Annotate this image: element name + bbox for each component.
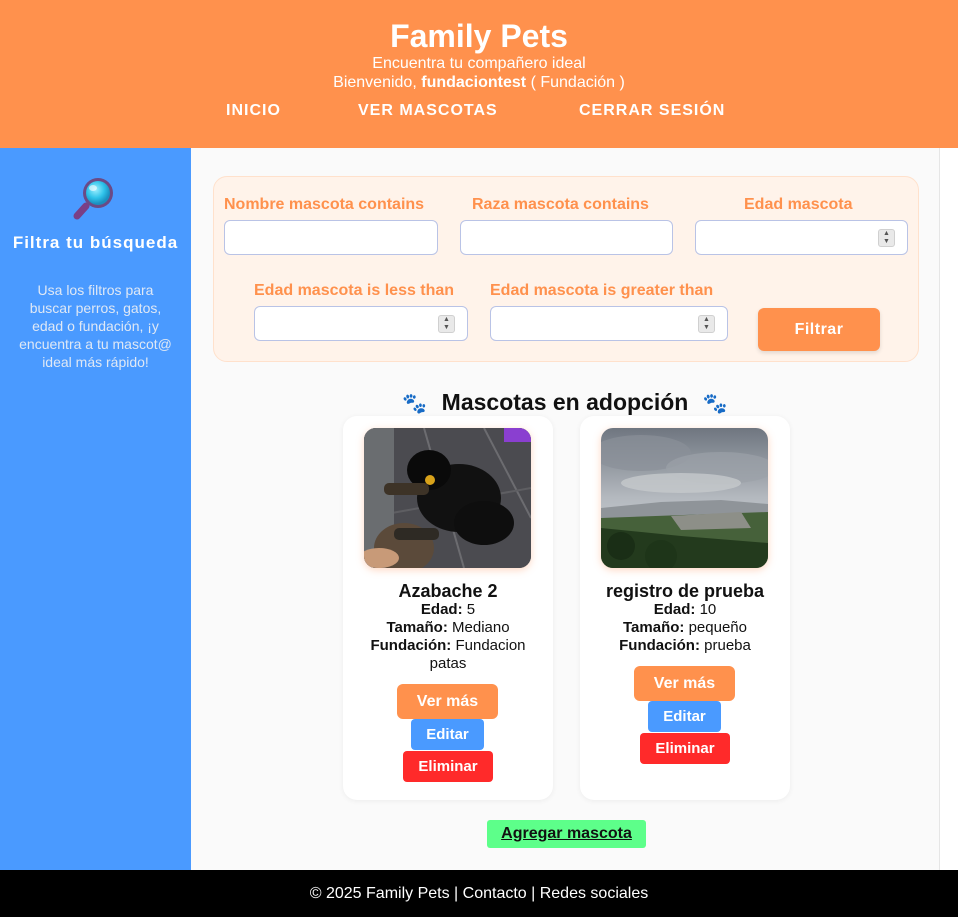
edad-lt-spinner[interactable]: ▲ ▼ xyxy=(438,315,455,333)
ver-mas-button[interactable]: Ver más xyxy=(397,684,498,719)
pet-fundacion: Fundación: prueba xyxy=(619,637,751,654)
nav-cerrar-sesion[interactable]: CERRAR SESIÓN xyxy=(579,100,725,122)
editar-button[interactable]: Editar xyxy=(648,701,721,732)
edad-gt-input[interactable]: ▲ ▼ xyxy=(490,306,728,341)
section-title-text: Mascotas en adopción xyxy=(441,389,689,415)
nav-inicio[interactable]: INICIO xyxy=(226,100,281,122)
site-title: Family Pets xyxy=(390,18,568,54)
edad-label: Edad mascota xyxy=(744,196,853,213)
scrollbar[interactable] xyxy=(939,148,958,870)
pet-edad: Edad: 5 xyxy=(420,601,476,618)
nav-ver-mascotas[interactable]: VER MASCOTAS xyxy=(358,100,498,122)
pet-name: registro de prueba xyxy=(605,581,765,601)
site-subtitle: Encuentra tu compañero ideal xyxy=(372,55,586,72)
pet-fundacion: Fundación: Fundacion patas xyxy=(370,637,526,672)
welcome-message: Bienvenido, fundaciontest ( Fundación ) xyxy=(0,73,958,93)
filtrar-button[interactable]: Filtrar xyxy=(758,308,880,351)
main-nav: INICIO VER MASCOTAS CERRAR SESIÓN xyxy=(0,100,958,122)
black-dog-photo xyxy=(364,428,531,568)
pet-edad: Edad: 10 xyxy=(653,601,717,618)
paw-icon: 🐾 xyxy=(702,393,728,415)
main-content: Nombre mascota contains Raza mascota con… xyxy=(191,148,939,870)
sidebar: Filtra tu búsqueda Usa los filtros para … xyxy=(0,148,191,870)
pets-section-title: 🐾 Mascotas en adopción 🐾 xyxy=(191,388,939,418)
site-footer: © 2025 Family Pets | Contacto | Redes so… xyxy=(0,870,958,917)
editar-button[interactable]: Editar xyxy=(411,719,484,750)
ver-mas-button[interactable]: Ver más xyxy=(634,666,735,701)
pet-tamano: Tamaño: Mediano xyxy=(386,619,510,636)
user-role: ( Fundación ) xyxy=(530,74,625,91)
magnifying-glass-icon xyxy=(73,178,113,220)
welcome-prefix: Bienvenido, xyxy=(333,74,417,91)
eliminar-button[interactable]: Eliminar xyxy=(640,733,730,764)
pet-info: Edad: 10 Tamaño: pequeño Fundación: prue… xyxy=(590,601,780,655)
edad-lt-input[interactable]: ▲ ▼ xyxy=(254,306,468,341)
pet-name: Azabache 2 xyxy=(398,581,498,601)
edad-input[interactable]: ▲ ▼ xyxy=(695,220,908,255)
footer-text: © 2025 Family Pets | Contacto | Redes so… xyxy=(309,885,649,902)
site-header: Family Pets Encuentra tu compañero ideal… xyxy=(0,0,958,148)
agregar-mascota-button[interactable]: Agregar mascota xyxy=(487,820,646,848)
landscape-photo xyxy=(601,428,768,568)
edad-lt-label: Edad mascota is less than xyxy=(254,282,455,299)
nombre-input[interactable] xyxy=(224,220,438,255)
paw-icon: 🐾 xyxy=(402,393,428,415)
edad-gt-spinner[interactable]: ▲ ▼ xyxy=(698,315,715,333)
edad-gt-label: Edad mascota is greater than xyxy=(490,282,714,299)
nombre-label: Nombre mascota contains xyxy=(224,196,425,213)
filter-form: Nombre mascota contains Raza mascota con… xyxy=(213,176,919,362)
sidebar-title: Filtra tu búsqueda xyxy=(12,233,179,252)
pet-info: Edad: 5 Tamaño: Mediano Fundación: Funda… xyxy=(353,601,543,673)
sidebar-text: Usa los filtros para buscar perros, gato… xyxy=(19,282,172,370)
raza-label: Raza mascota contains xyxy=(472,196,649,213)
eliminar-button[interactable]: Eliminar xyxy=(403,751,493,782)
pet-card: registro de prueba Edad: 10 Tamaño: pequ… xyxy=(580,416,790,800)
edad-spinner[interactable]: ▲ ▼ xyxy=(878,229,895,247)
pet-tamano: Tamaño: pequeño xyxy=(623,619,747,636)
raza-input[interactable] xyxy=(460,220,673,255)
username: fundaciontest xyxy=(421,74,527,91)
pet-card: Azabache 2 Edad: 5 Tamaño: Mediano Funda… xyxy=(343,416,553,800)
